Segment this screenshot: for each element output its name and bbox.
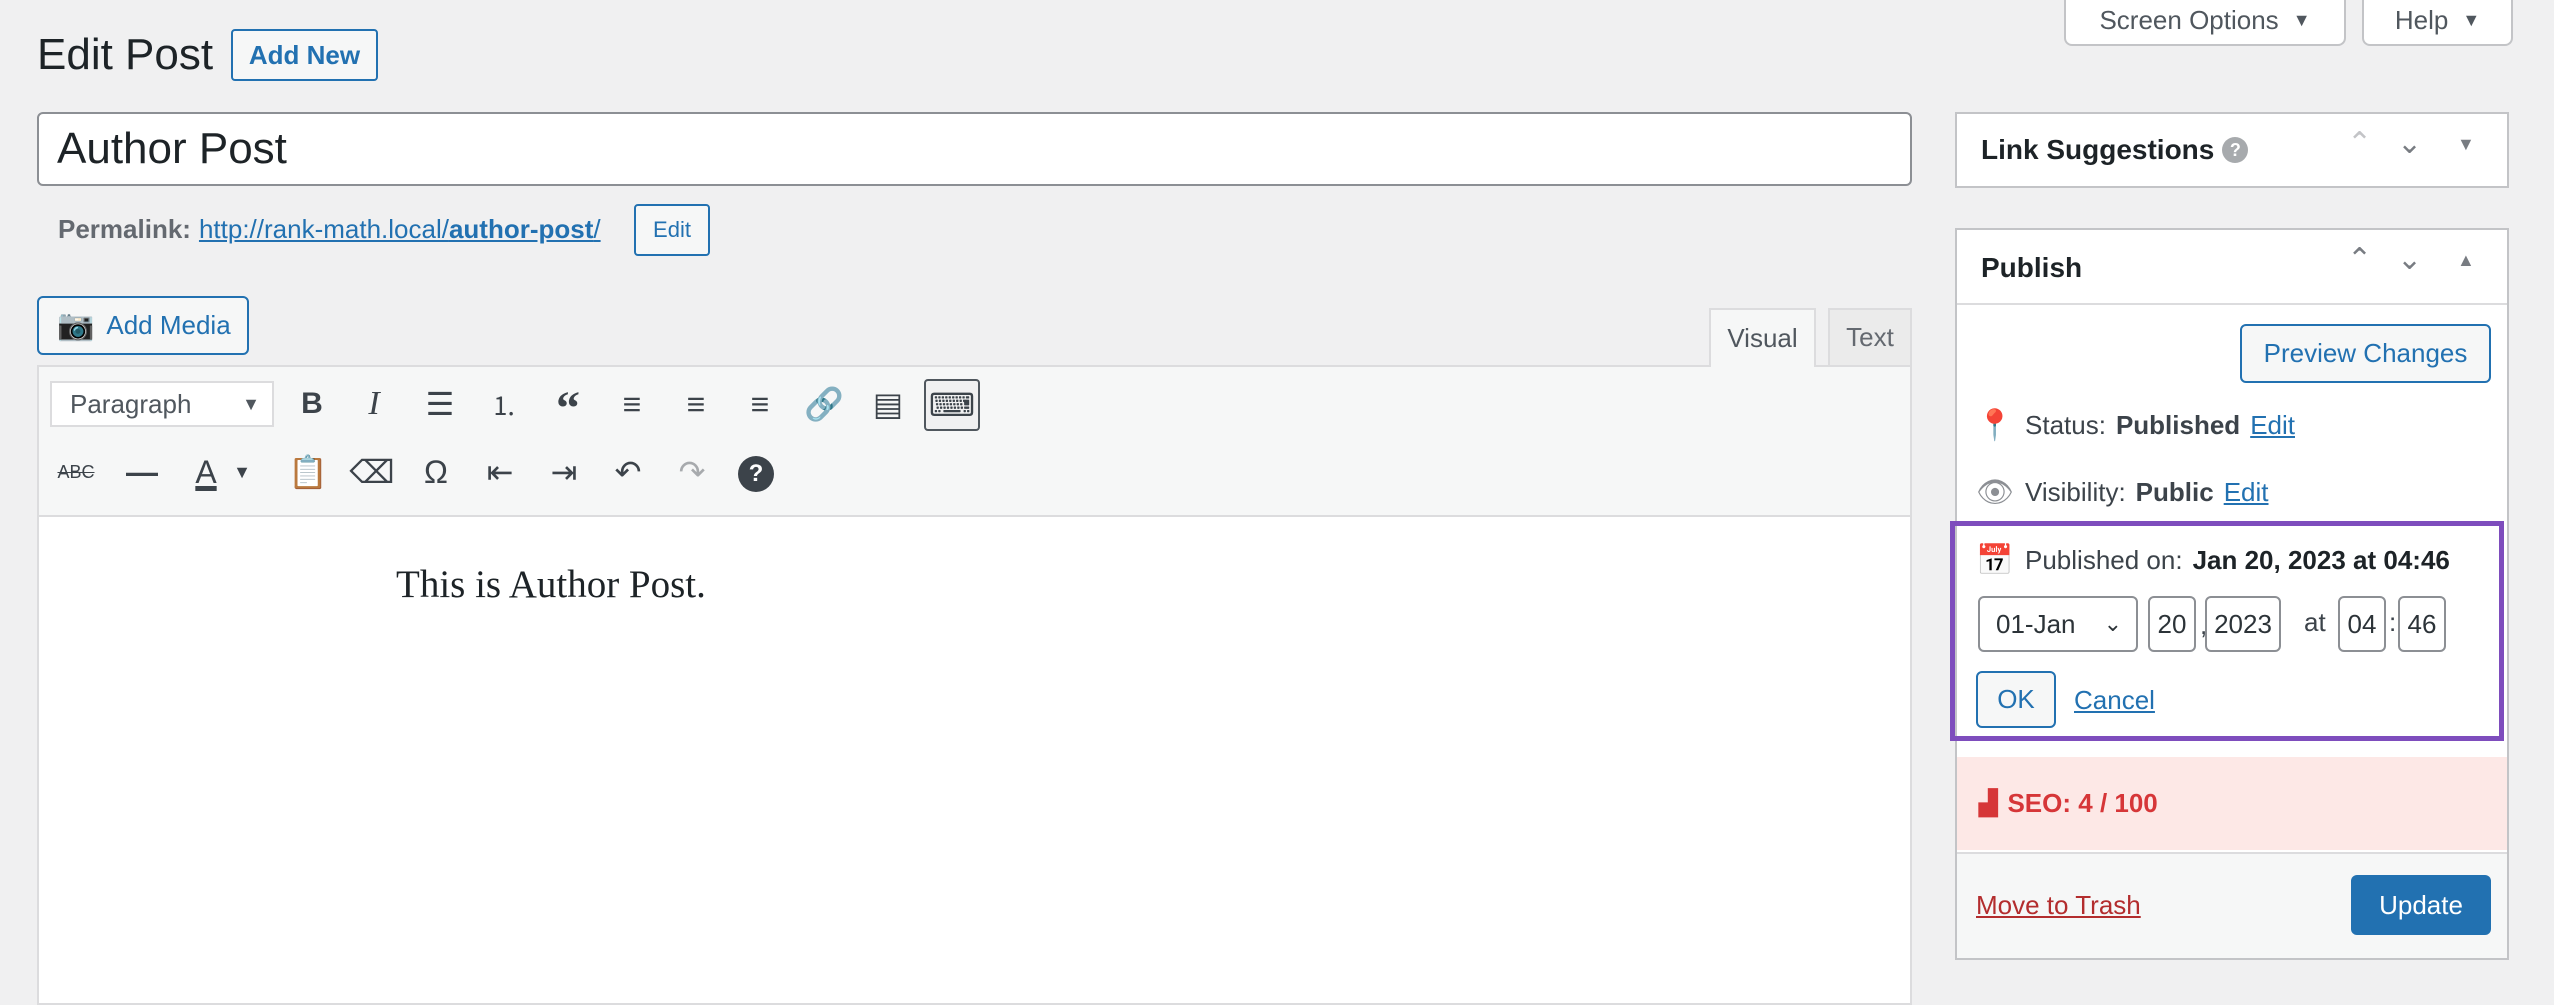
add-media-label: Add Media <box>106 310 231 340</box>
minute-value: 46 <box>2407 608 2437 639</box>
ok-button[interactable]: OK <box>1976 671 2056 728</box>
bold-icon[interactable]: B <box>290 382 334 426</box>
move-down-icon[interactable]: ⌄ <box>2397 242 2422 277</box>
permalink-link[interactable]: http://rank-math.local/author-post/ <box>199 214 601 245</box>
media-icon: 📷 <box>57 309 95 342</box>
toggle-panel-icon[interactable]: ▲ <box>2457 250 2475 271</box>
help-label: Help <box>2394 4 2449 35</box>
read-more-icon[interactable]: ▤ <box>866 382 910 426</box>
text-color-icon[interactable]: A <box>184 450 228 494</box>
published-on-row: 📅 Published on: Jan 20, 2023 at 04:46 <box>1975 543 2450 578</box>
caret-down-icon: ▼ <box>2292 9 2311 30</box>
help-circle-icon[interactable]: ? <box>2222 137 2249 163</box>
day-input[interactable]: 20 <box>2148 596 2196 652</box>
year-input[interactable]: 2023 <box>2205 596 2281 652</box>
horizontal-line-icon[interactable]: — <box>120 450 164 494</box>
caret-down-icon: ▼ <box>242 393 260 414</box>
text-color-caret-icon[interactable]: ▼ <box>230 450 254 494</box>
day-value: 20 <box>2157 608 2187 639</box>
visibility-edit-link[interactable]: Edit <box>2224 477 2269 508</box>
calendar-icon: 📅 <box>1976 544 2014 577</box>
hour-value: 04 <box>2347 608 2377 639</box>
screen-options-button[interactable]: Screen Options ▼ <box>2064 0 2346 46</box>
editor-content[interactable]: This is Author Post. <box>396 562 706 607</box>
year-value: 2023 <box>2214 608 2272 639</box>
toolbar-toggle-icon[interactable]: ⌨ <box>924 379 980 431</box>
published-value: Jan 20, 2023 at 04:46 <box>2192 545 2450 575</box>
permalink-edit-button[interactable]: Edit <box>634 204 710 256</box>
cancel-link[interactable]: Cancel <box>2074 685 2155 716</box>
hour-input[interactable]: 04 <box>2338 596 2386 652</box>
numbered-list-icon[interactable]: ⒈ <box>482 382 526 426</box>
page-title: Edit Post <box>37 30 214 79</box>
tab-visual-label: Visual <box>1727 323 1798 353</box>
rank-math-icon: ▟ <box>1979 790 1998 817</box>
format-select-value: Paragraph <box>70 388 192 419</box>
month-select[interactable]: 01-Jan ⌄ <box>1978 596 2138 652</box>
tab-text-label: Text <box>1846 322 1894 352</box>
tab-text[interactable]: Text <box>1828 308 1912 365</box>
update-button[interactable]: Update <box>2351 875 2491 935</box>
pin-icon: 📍 <box>1976 409 2014 442</box>
link-icon[interactable]: 🔗 <box>802 382 846 426</box>
post-title-input[interactable]: Author Post <box>37 112 1912 186</box>
help-button[interactable]: Help ▼ <box>2362 0 2513 46</box>
outdent-icon[interactable]: ⇤ <box>478 450 522 494</box>
permalink-trailing: / <box>593 214 601 244</box>
caret-down-icon: ▼ <box>2462 9 2481 30</box>
move-up-icon[interactable]: ⌃ <box>2347 242 2372 277</box>
link-suggestions-box: Link Suggestions? ⌃ ⌄ ▼ <box>1955 112 2509 188</box>
minute-input[interactable]: 46 <box>2398 596 2446 652</box>
move-to-trash-link[interactable]: Move to Trash <box>1976 890 2141 921</box>
redo-icon[interactable]: ↷ <box>670 450 714 494</box>
add-new-button[interactable]: Add New <box>231 29 378 81</box>
strikethrough-icon[interactable]: ABC <box>54 450 98 494</box>
link-suggestions-title: Link Suggestions <box>1981 134 2215 165</box>
format-select[interactable]: Paragraph ▼ <box>50 381 274 427</box>
at-label: at <box>2304 607 2326 637</box>
help-icon[interactable]: ? <box>738 456 774 492</box>
move-down-icon[interactable]: ⌄ <box>2397 126 2422 161</box>
status-row: 📍 Status: Published Edit <box>1975 408 2295 443</box>
paste-as-text-icon[interactable]: 📋 <box>286 450 330 494</box>
special-character-icon[interactable]: Ω <box>414 450 458 494</box>
eye-icon: 👁 <box>1975 476 2015 509</box>
align-center-icon[interactable]: ≡ <box>674 382 718 426</box>
seo-score[interactable]: ▟ SEO: 4 / 100 <box>1957 757 2507 850</box>
align-right-icon[interactable]: ≡ <box>738 382 782 426</box>
indent-icon[interactable]: ⇥ <box>542 450 586 494</box>
align-left-icon[interactable]: ≡ <box>610 382 654 426</box>
visibility-row: 👁 Visibility: Public Edit <box>1975 475 2269 510</box>
status-label: Status: <box>2025 410 2106 440</box>
blockquote-icon[interactable]: “ <box>546 382 590 435</box>
permalink-label: Permalink: <box>58 214 191 244</box>
permalink-slug: author-post <box>448 214 594 244</box>
status-edit-link[interactable]: Edit <box>2250 410 2295 441</box>
published-label: Published on: <box>2025 545 2183 575</box>
permalink-base: http://rank-math.local/ <box>198 214 449 244</box>
seo-score-label: SEO: 4 / 100 <box>2007 788 2158 818</box>
chevron-down-icon: ⌄ <box>2103 611 2122 636</box>
time-colon: : <box>2389 607 2397 637</box>
post-title-value: Author Post <box>57 124 287 173</box>
undo-icon[interactable]: ↶ <box>606 450 650 494</box>
month-value: 01-Jan <box>1996 608 2076 639</box>
add-media-button[interactable]: 📷 Add Media <box>37 296 249 355</box>
status-value: Published <box>2115 410 2241 440</box>
clear-formatting-icon[interactable]: ⌫ <box>349 450 394 494</box>
bulleted-list-icon[interactable]: ☰ <box>418 382 462 426</box>
tab-visual[interactable]: Visual <box>1709 308 1816 367</box>
toggle-panel-icon[interactable]: ▼ <box>2457 134 2475 155</box>
preview-changes-button[interactable]: Preview Changes <box>2240 324 2491 383</box>
italic-icon[interactable]: I <box>352 382 396 426</box>
visibility-label: Visibility: <box>2025 477 2126 507</box>
move-up-icon[interactable]: ⌃ <box>2347 126 2372 161</box>
publish-title: Publish <box>1981 252 2083 283</box>
permalink: Permalink: http://rank-math.local/author… <box>58 214 601 245</box>
screen-options-label: Screen Options <box>2099 4 2279 35</box>
visibility-value: Public <box>2135 477 2214 507</box>
